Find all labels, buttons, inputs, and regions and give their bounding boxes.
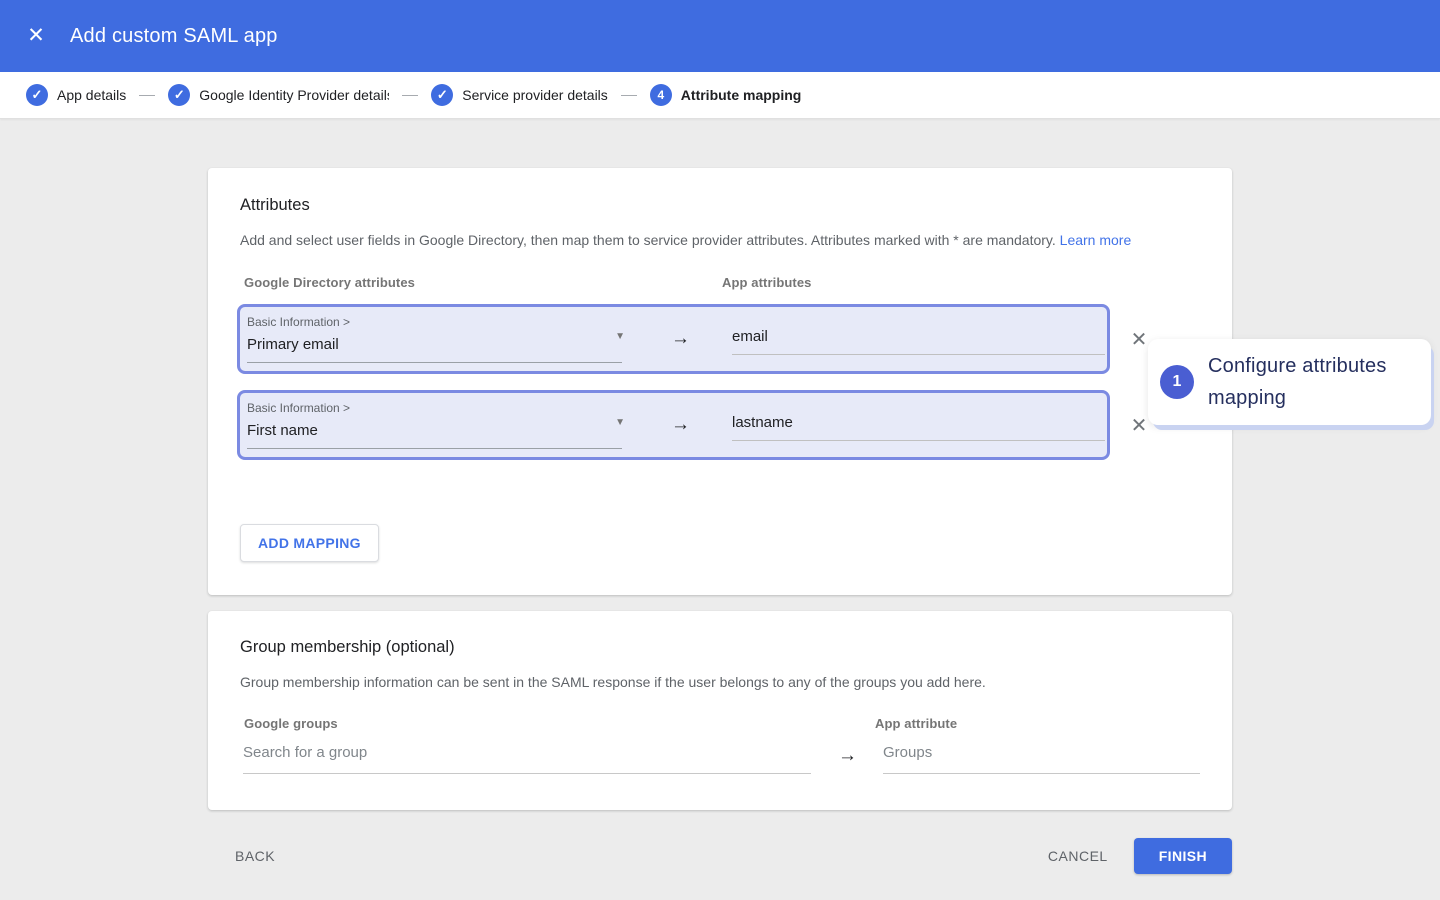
coachmark-callout: 1 Configure attributes mapping — [1148, 339, 1431, 425]
directory-attribute-select[interactable]: Basic Information > First name ▼ — [247, 393, 629, 457]
main-content: Attributes Add and select user fields in… — [208, 168, 1232, 874]
select-value: First name — [247, 422, 629, 439]
chevron-down-icon: ▼ — [615, 417, 625, 428]
learn-more-link[interactable]: Learn more — [1060, 232, 1132, 248]
mapping-rows: Basic Information > Primary email ▼ → ✕ … — [240, 304, 1200, 460]
arrow-right-icon: → — [671, 328, 690, 350]
step-label: Attribute mapping — [681, 87, 802, 103]
group-membership-description: Group membership information can be sent… — [240, 674, 1200, 690]
wizard-footer: BACK CANCEL FINISH — [208, 838, 1232, 874]
mapping-highlight-box: Basic Information > Primary email ▼ → — [237, 304, 1110, 374]
step-complete-icon: ✓ — [168, 84, 190, 106]
step-label: Google Identity Provider details — [199, 87, 389, 103]
select-value: Primary email — [247, 336, 629, 353]
attributes-title: Attributes — [240, 196, 1200, 215]
group-column-headers: Google groups App attribute — [240, 716, 1200, 731]
group-membership-card: Group membership (optional) Group member… — [208, 611, 1232, 810]
select-underline — [247, 362, 622, 363]
attributes-card: Attributes Add and select user fields in… — [208, 168, 1232, 595]
step-separator — [139, 95, 155, 96]
app-attribute-field-wrap — [732, 328, 1105, 355]
step-separator — [621, 95, 637, 96]
app-header: ✕ Add custom SAML app — [0, 0, 1440, 72]
step-app-details: ✓ App details — [26, 84, 126, 106]
cancel-button[interactable]: CANCEL — [1048, 848, 1108, 864]
select-category: Basic Information > — [247, 401, 629, 415]
coachmark-step-badge: 1 — [1160, 365, 1194, 399]
directory-attribute-select[interactable]: Basic Information > Primary email ▼ — [247, 307, 629, 371]
step-attribute-mapping: 4 Attribute mapping — [650, 84, 802, 106]
arrow-right-icon: → — [838, 745, 857, 767]
app-attribute-input[interactable] — [732, 328, 1105, 355]
mapping-highlight-box: Basic Information > First name ▼ → — [237, 390, 1110, 460]
chevron-down-icon: ▼ — [615, 331, 625, 342]
step-separator — [402, 95, 418, 96]
back-button[interactable]: BACK — [235, 848, 275, 864]
select-category: Basic Information > — [247, 315, 629, 329]
mapping-row: Basic Information > Primary email ▼ → ✕ — [240, 304, 1200, 374]
attributes-description: Add and select user fields in Google Dir… — [240, 232, 1200, 248]
directory-attributes-column-header: Google Directory attributes — [244, 275, 722, 290]
group-membership-title: Group membership (optional) — [240, 638, 1200, 657]
group-search-input[interactable] — [243, 744, 811, 774]
step-number-badge: 4 — [650, 84, 672, 106]
step-label: App details — [57, 87, 126, 103]
coachmark-text: Configure attributes mapping — [1208, 350, 1415, 414]
step-complete-icon: ✓ — [26, 84, 48, 106]
arrow-right-icon: → — [671, 414, 690, 436]
google-groups-column-header: Google groups — [244, 716, 875, 731]
app-attribute-column-header: App attribute — [875, 716, 957, 731]
app-attribute-input[interactable] — [732, 414, 1105, 441]
page-title: Add custom SAML app — [70, 25, 278, 48]
group-fields-row: → — [240, 744, 1200, 774]
finish-button[interactable]: FINISH — [1134, 838, 1232, 874]
step-google-idp-details: ✓ Google Identity Provider details — [168, 84, 389, 106]
select-underline — [247, 448, 622, 449]
add-mapping-button[interactable]: ADD MAPPING — [240, 524, 379, 562]
groups-app-attribute-input[interactable] — [883, 744, 1200, 774]
mapping-row: Basic Information > First name ▼ → ✕ — [240, 390, 1200, 460]
step-service-provider-details: ✓ Service provider details — [431, 84, 608, 106]
close-icon[interactable]: ✕ — [24, 24, 48, 48]
step-complete-icon: ✓ — [431, 84, 453, 106]
step-label: Service provider details — [462, 87, 608, 103]
app-attribute-field-wrap — [732, 414, 1105, 441]
column-headers: Google Directory attributes App attribut… — [240, 275, 1200, 290]
app-attributes-column-header: App attributes — [722, 275, 812, 290]
wizard-stepper: ✓ App details ✓ Google Identity Provider… — [0, 72, 1440, 119]
